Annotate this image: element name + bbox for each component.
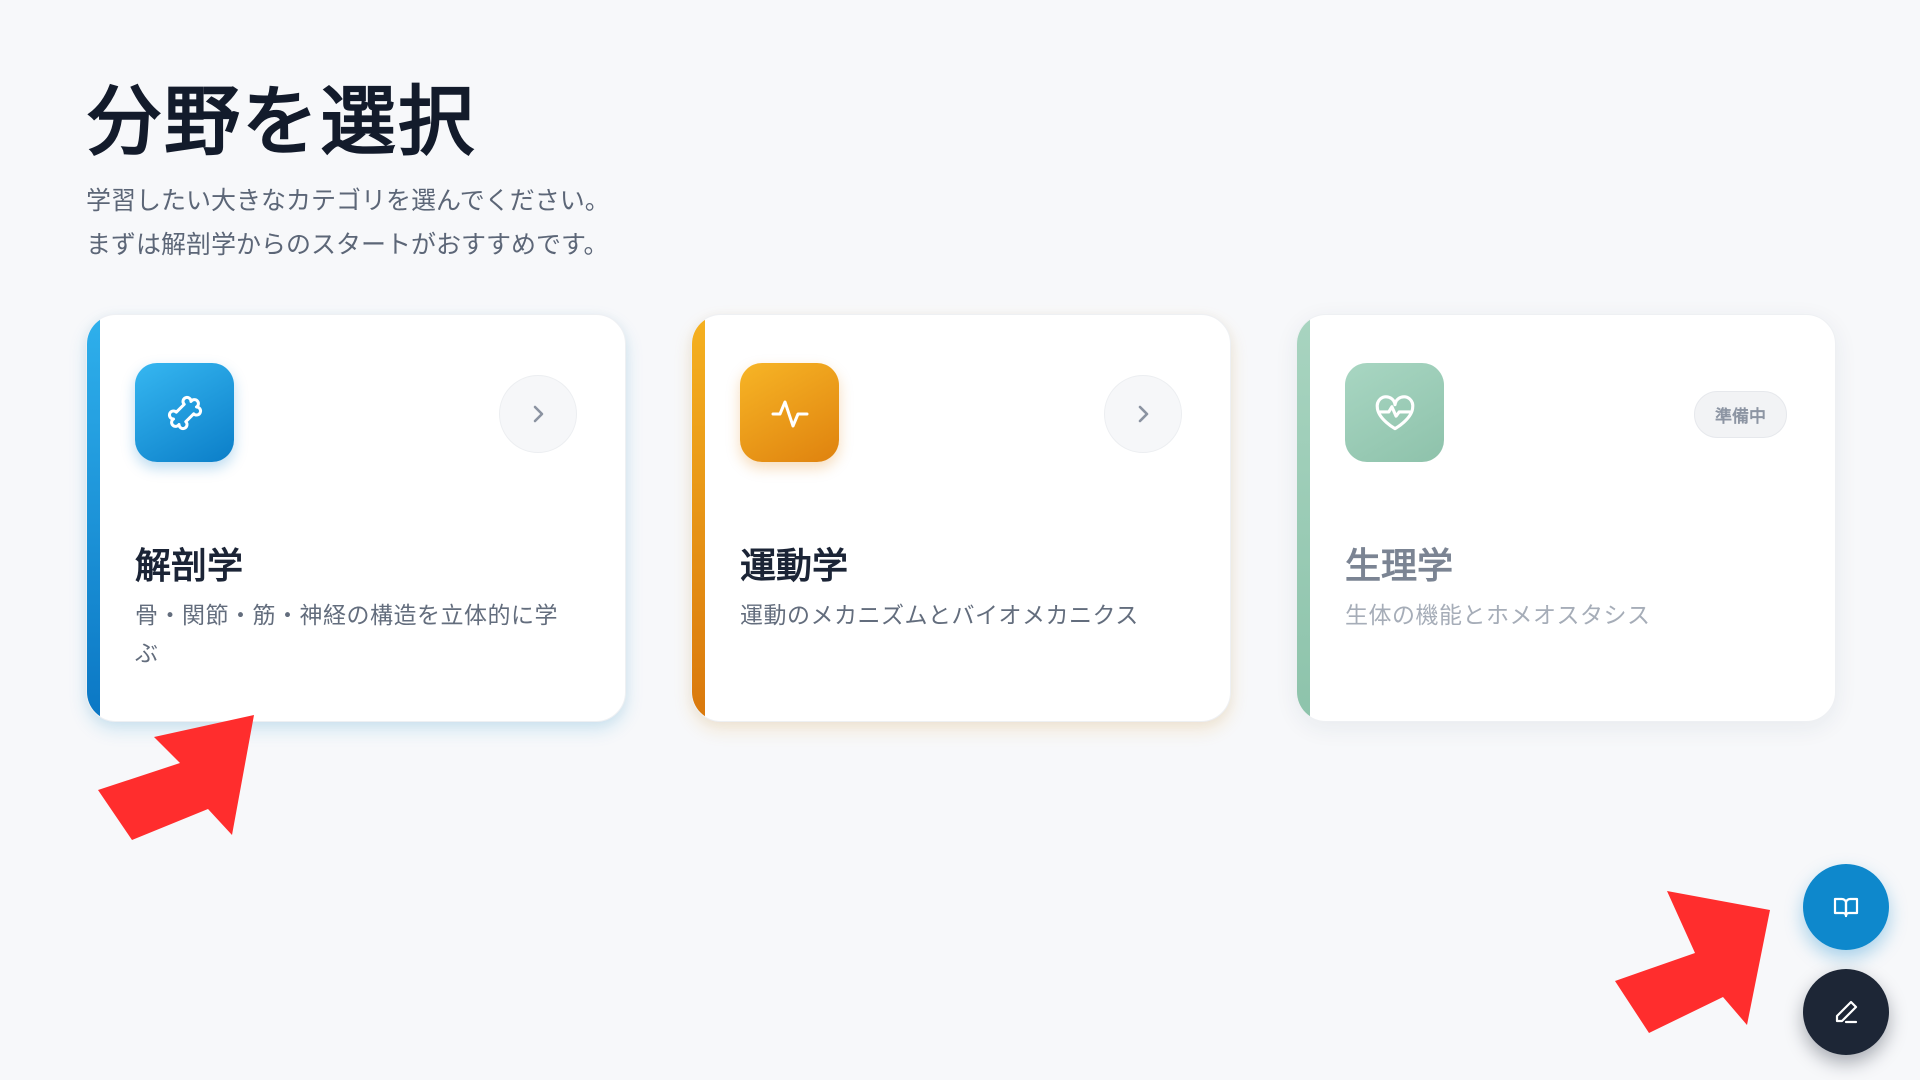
chevron-right-icon [1138,405,1149,423]
page: 分野を選択 学習したい大きなカテゴリを選んでください。 まずは解剖学からのスター… [0,0,1920,1080]
category-card-kinesiology[interactable]: 運動学 運動のメカニズムとバイオメカニクス [691,314,1231,722]
card-open-button[interactable] [1104,375,1182,453]
card-description: 運動のメカニズムとバイオメカニクス [740,603,1139,629]
card-title: 運動学 [740,546,849,587]
header: 分野を選択 学習したい大きなカテゴリを選んでください。 まずは解剖学からのスター… [86,78,610,267]
page-title: 分野を選択 [86,77,476,166]
page-subtitle: 学習したい大きなカテゴリを選んでください。 まずは解剖学からのスタートがおすすめ… [86,179,610,267]
card-description: 生体の機能とホメオスタシス [1345,603,1651,629]
bone-icon [135,363,234,462]
chevron-right-icon [533,405,544,423]
card-accent-bar [1297,315,1310,721]
open-book-fab[interactable] [1803,864,1889,950]
edit-fab[interactable] [1803,969,1889,1055]
category-card-anatomy[interactable]: 解剖学 骨・関節・筋・神経の構造を立体的に学ぶ [86,314,626,722]
subtitle-line-2: まずは解剖学からのスタートがおすすめです。 [86,230,609,260]
pencil-icon [1835,1000,1858,1024]
subtitle-line-1: 学習したい大きなカテゴリを選んでください。 [86,186,610,216]
card-open-button[interactable] [499,375,577,453]
card-title: 解剖学 [135,546,244,587]
card-description: 骨・関節・筋・神経の構造を立体的に学ぶ [135,603,558,667]
open-book-icon [1833,897,1859,918]
card-accent-bar [87,315,100,721]
heart-pulse-icon [1345,363,1444,462]
coming-soon-badge: 準備中 [1694,391,1787,438]
annotation-arrow-icon [98,715,254,840]
category-card-list: 解剖学 骨・関節・筋・神経の構造を立体的に学ぶ 運動学 運動のメカニズムとバイオ… [86,314,1836,722]
category-card-physiology: 準備中 生理学 生体の機能とホメオスタシス [1296,314,1836,722]
annotation-arrow-icon [1615,891,1770,1033]
card-title: 生理学 [1345,546,1454,587]
card-accent-bar [692,315,705,721]
activity-pulse-icon [740,363,839,462]
